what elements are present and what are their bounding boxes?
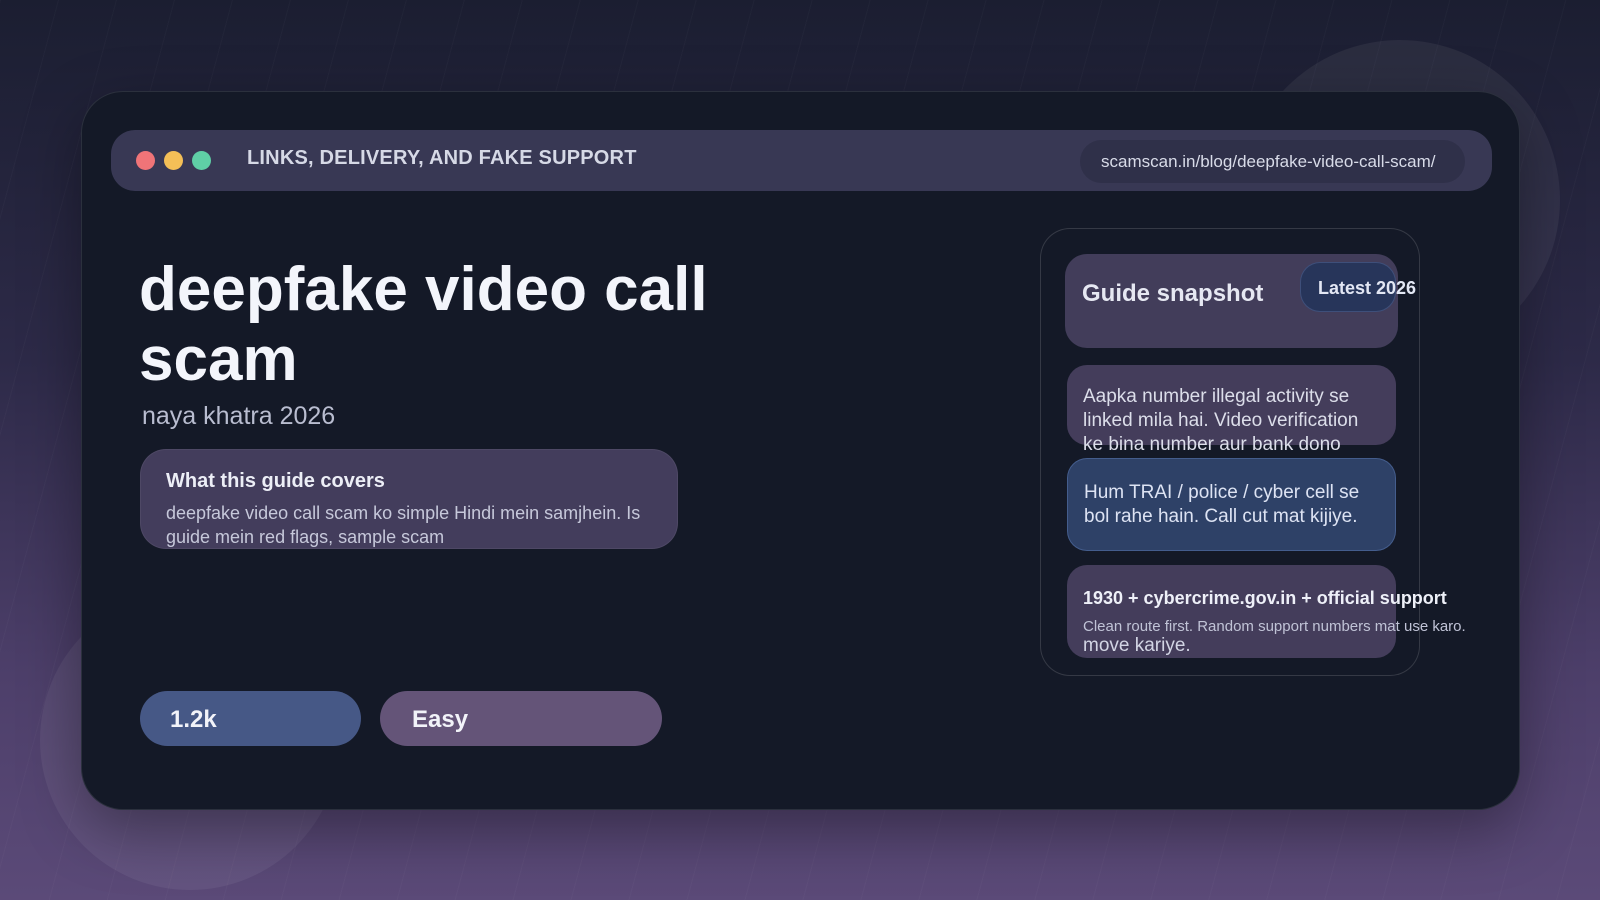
official-route-title: 1930 + cybercrime.gov.in + official supp… — [1083, 588, 1447, 608]
maximize-window-dot[interactable] — [192, 151, 211, 170]
snapshot-title: Guide snapshot — [1082, 280, 1264, 307]
window-title: LINKS, DELIVERY, AND FAKE SUPPORT — [247, 147, 637, 169]
latest-badge-label: Latest 2026 — [1318, 278, 1417, 298]
latest-badge: Latest 2026 — [1300, 262, 1416, 312]
guide-covers-card: What this guide covers deepfake video ca… — [140, 449, 678, 549]
guide-covers-body: deepfake video call scam ko simple Hindi… — [166, 503, 641, 547]
scammer-message-tail: move kariye. — [1083, 635, 1191, 656]
authority-message-text: Hum TRAI / police / cyber cell se bol ra… — [1084, 482, 1360, 527]
minimize-window-dot[interactable] — [164, 151, 183, 170]
views-count-pill: 1.2k — [140, 691, 361, 746]
url-bar[interactable]: scamscan.in/blog/deepfake-video-call-sca… — [1080, 140, 1465, 183]
scammer-message-bubble: Aapka number illegal activity se linked … — [1067, 365, 1396, 455]
window-titlebar: LINKS, DELIVERY, AND FAKE SUPPORT scamsc… — [111, 130, 1492, 191]
official-route-card: 1930 + cybercrime.gov.in + official supp… — [1067, 565, 1466, 658]
guide-snapshot-panel: Guide snapshot Latest 2026 Aapka number … — [1040, 228, 1466, 676]
page-subtitle: naya khatra 2026 — [142, 402, 336, 430]
guide-covers-title: What this guide covers — [166, 470, 385, 492]
authority-message-bubble: Hum TRAI / police / cyber cell se bol ra… — [1067, 458, 1396, 551]
snapshot-header: Guide snapshot Latest 2026 — [1065, 254, 1416, 348]
difficulty-pill: Easy — [380, 691, 662, 746]
scammer-message-text: Aapka number illegal activity se linked … — [1083, 386, 1359, 455]
page-title: deepfake video call scam — [139, 255, 708, 394]
official-route-note: Clean route first. Random support number… — [1083, 618, 1466, 635]
close-window-dot[interactable] — [136, 151, 155, 170]
browser-window: LINKS, DELIVERY, AND FAKE SUPPORT scamsc… — [81, 91, 1520, 810]
